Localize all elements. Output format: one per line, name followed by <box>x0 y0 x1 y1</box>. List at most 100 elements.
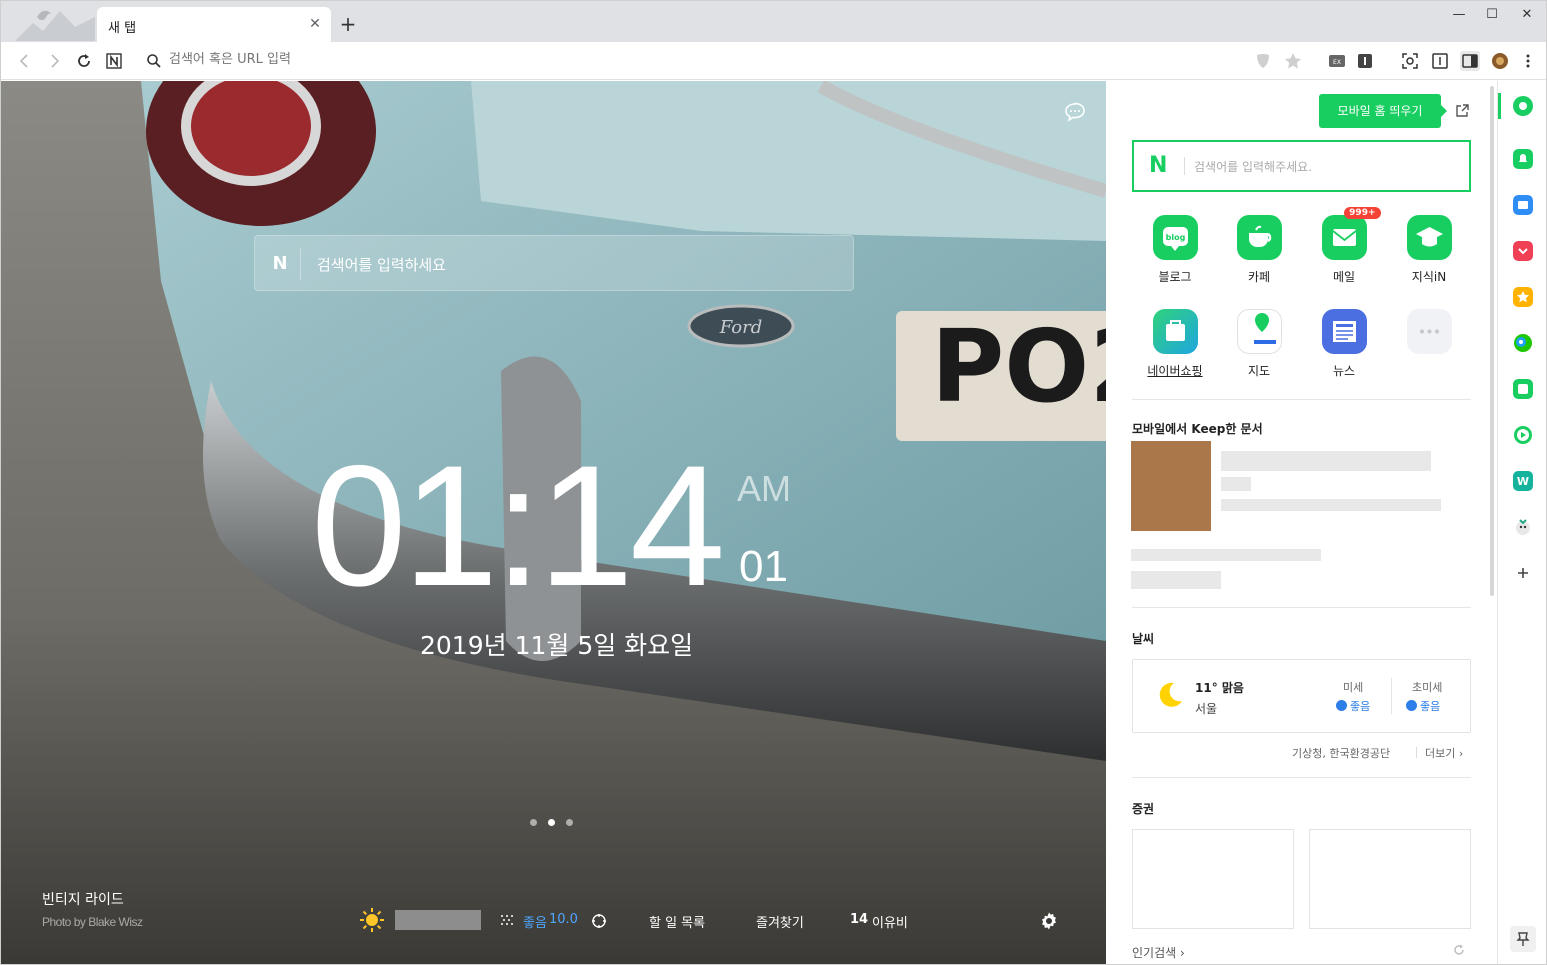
days-label[interactable]: 이유비 <box>872 912 908 931</box>
weather-more-link[interactable]: 더보기 › <box>1425 745 1463 761</box>
external-link-icon[interactable] <box>1454 103 1470 119</box>
mail-icon: 999+ <box>1321 207 1381 260</box>
hero-search-placeholder[interactable]: 검색어를 입력하세요 <box>317 254 446 275</box>
slide-dot[interactable] <box>530 819 537 826</box>
weather-blurred-text <box>395 910 481 930</box>
svg-text:PO2: PO2 <box>931 308 1106 425</box>
air-quality-label[interactable]: 좋음 <box>523 912 547 931</box>
mobile-home-button[interactable]: 모바일 홈 띄우기 <box>1319 94 1447 128</box>
minimize-button[interactable]: — <box>1449 7 1469 23</box>
popular-search-link[interactable]: 인기검색 › <box>1132 944 1185 961</box>
add-rail-icon[interactable] <box>1513 563 1533 583</box>
todo-link[interactable]: 할 일 목록 <box>649 912 705 931</box>
app-kin[interactable]: 지식iN <box>1389 215 1469 285</box>
menu-icon[interactable] <box>1518 51 1538 71</box>
days-count[interactable]: 14 <box>850 912 868 927</box>
keep-thumbnail[interactable] <box>1131 441 1211 531</box>
address-bar-input[interactable] <box>169 52 1069 67</box>
app-blog[interactable]: blog 블로그 <box>1135 215 1215 285</box>
hero-search-bar[interactable]: N 검색어를 입력하세요 <box>254 235 854 291</box>
papago-rail-icon[interactable] <box>1513 333 1533 353</box>
weather-card[interactable]: 11° 맑음 서울 미세 좋음 초미세 좋음 <box>1132 659 1471 733</box>
keep-section-title: 모바일에서 Keep한 문서 <box>1132 422 1263 436</box>
keep-blurred-line <box>1221 499 1441 511</box>
app-more[interactable] <box>1389 309 1469 354</box>
profile-avatar[interactable] <box>1490 51 1510 71</box>
new-tab-button[interactable]: + <box>339 14 357 34</box>
memo-rail-icon[interactable] <box>1513 379 1533 399</box>
extension-icon[interactable]: EX <box>1327 51 1347 71</box>
tab-strip-decoration <box>15 10 95 41</box>
fine-dust-value: 좋음 <box>1336 698 1370 714</box>
maximize-button[interactable]: ☐ <box>1482 7 1502 23</box>
slide-dot-active[interactable] <box>548 819 555 826</box>
more-icon <box>1406 309 1452 354</box>
app-news[interactable]: 뉴스 <box>1304 309 1384 379</box>
clock-ampm: AM <box>737 468 791 509</box>
favorites-rail-icon[interactable] <box>1513 287 1533 307</box>
weather-source: 기상청, 한국환경공단 <box>1292 747 1391 760</box>
app-shopping[interactable]: 네이버쇼핑 <box>1135 309 1215 379</box>
stock-card[interactable] <box>1132 829 1294 929</box>
tab-strip: 새 탭 ✕ + — ☐ ✕ <box>1 1 1546 42</box>
new-tab-hero: Ford PO2 N 검색어를 입력하세요 01:14 AM 01 2019년 … <box>1 81 1106 964</box>
keep-blurred-line <box>1221 477 1251 491</box>
favorites-link[interactable]: 즐겨찾기 <box>756 912 804 931</box>
ultra-fine-value: 좋음 <box>1406 698 1440 714</box>
app-cafe[interactable]: 카페 <box>1219 215 1299 285</box>
ultra-fine-label: 초미세 <box>1412 681 1443 694</box>
settings-gear-icon[interactable] <box>1039 911 1059 931</box>
fine-dust-label: 미세 <box>1343 681 1364 694</box>
air-quality-value[interactable]: 10.0 <box>549 912 578 927</box>
sidebar-icon[interactable] <box>1460 51 1480 71</box>
search-icon <box>147 54 161 68</box>
location-target-icon[interactable] <box>591 913 607 929</box>
moon-icon <box>1159 682 1182 707</box>
slide-dot[interactable] <box>566 819 573 826</box>
map-icon <box>1236 309 1282 354</box>
naver-logo: N <box>272 253 288 274</box>
app-label: 네이버쇼핑 <box>1147 364 1203 378</box>
divider <box>1132 399 1471 400</box>
tab-new-tab[interactable]: 새 탭 ✕ <box>97 7 331 42</box>
good-face-icon <box>1336 700 1347 711</box>
reload-icon[interactable] <box>74 51 94 71</box>
svg-text:EX: EX <box>1333 59 1341 66</box>
star-icon[interactable] <box>1283 51 1303 71</box>
character-rail-icon[interactable] <box>1513 517 1533 537</box>
panel-scrollbar[interactable] <box>1490 86 1494 596</box>
app-label: 블로그 <box>1158 270 1192 284</box>
stock-card[interactable] <box>1309 829 1471 929</box>
app-label: 지도 <box>1247 364 1271 378</box>
weather-divider <box>1391 678 1392 714</box>
info-icon[interactable] <box>1355 51 1375 71</box>
app-map[interactable]: 지도 <box>1219 309 1299 379</box>
back-icon[interactable] <box>15 51 35 71</box>
keep-blurred-title[interactable] <box>1221 451 1431 471</box>
shield-icon[interactable] <box>1253 51 1273 71</box>
mail-badge: 999+ <box>1344 207 1381 219</box>
capture-icon[interactable] <box>1400 51 1420 71</box>
refresh-icon[interactable] <box>1452 943 1466 957</box>
photo-title[interactable]: 빈티지 라이드 <box>42 889 124 909</box>
panel-search-placeholder[interactable]: 검색어를 입력해주세요. <box>1194 158 1312 175</box>
naver-rail-icon[interactable] <box>1513 96 1533 116</box>
keep-blurred-line <box>1131 571 1221 589</box>
sun-icon[interactable] <box>358 906 386 934</box>
fine-dust-value-text: 좋음 <box>1350 700 1371 713</box>
search-divider <box>300 248 301 280</box>
panel-search-box[interactable]: N 검색어를 입력해주세요. <box>1132 140 1471 192</box>
close-window-button[interactable]: ✕ <box>1517 7 1537 23</box>
pocket-rail-icon[interactable] <box>1513 241 1533 261</box>
storage-rail-icon[interactable] <box>1513 195 1533 215</box>
notification-rail-icon[interactable] <box>1513 149 1533 169</box>
forward-icon[interactable] <box>44 51 64 71</box>
tab-close-icon[interactable]: ✕ <box>307 16 323 32</box>
works-rail-icon[interactable]: W <box>1513 471 1533 491</box>
reader-icon[interactable] <box>1430 51 1450 71</box>
play-rail-icon[interactable] <box>1513 425 1533 445</box>
chat-icon[interactable] <box>1064 101 1086 123</box>
naver-home-icon[interactable] <box>104 51 124 71</box>
app-mail[interactable]: 999+ 메일 <box>1304 207 1384 285</box>
pin-rail-icon[interactable] <box>1510 926 1536 952</box>
